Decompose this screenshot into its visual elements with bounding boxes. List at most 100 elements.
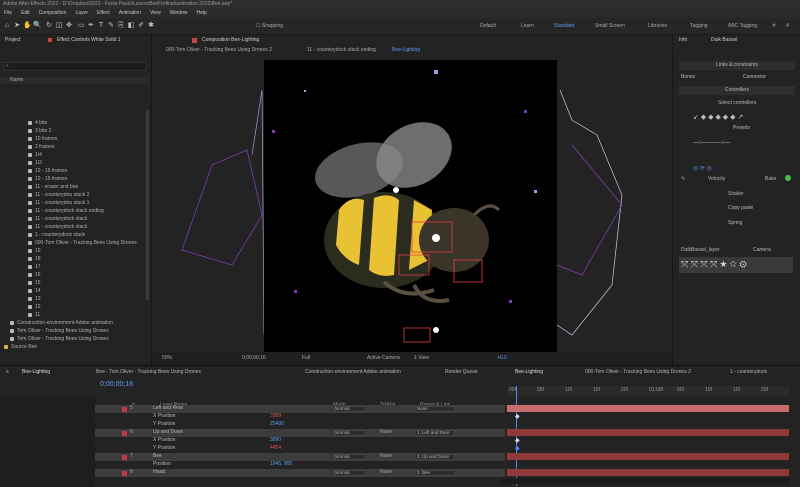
list-item[interactable]: 1/2: [0, 160, 148, 168]
property-row[interactable]: Position 1045, 905: [95, 461, 505, 469]
copy-paste-button[interactable]: Copy paste: [728, 205, 753, 211]
list-item[interactable]: 16: [0, 272, 148, 280]
dial-icon[interactable]: ◎ ⟳ ◎: [693, 165, 712, 172]
tab-timeline[interactable]: Bee - Tom Oliver - Tracking Bees Using D…: [96, 369, 276, 375]
layer-row[interactable]: 5 Left and Rear Normal None: [95, 405, 505, 413]
list-item[interactable]: 11 - counterydou stack 1: [0, 200, 148, 208]
tab-duik-layer[interactable]: DuikBassel_layer: [681, 247, 720, 253]
layer-duration-bar[interactable]: [507, 469, 789, 476]
eraser-tool-icon[interactable]: ◧: [127, 22, 135, 30]
workspace-libraries[interactable]: Libraries: [648, 23, 667, 29]
list-item[interactable]: 14: [0, 288, 148, 296]
connector-label[interactable]: Connector: [743, 74, 766, 80]
snapping-checkbox[interactable]: ☐ Snapping: [256, 23, 283, 29]
workspace-tagging[interactable]: Tagging: [690, 23, 708, 29]
list-item[interactable]: 11 - eraser and bee: [0, 184, 148, 192]
clone-stamp-tool-icon[interactable]: ⎘: [117, 22, 125, 30]
chevron-right-icon[interactable]: »: [770, 22, 778, 30]
menu-view[interactable]: View: [150, 10, 161, 17]
home-icon[interactable]: ⌂: [3, 22, 11, 30]
tab-timeline[interactable]: Bee-Lighting: [515, 369, 575, 375]
workspace-default[interactable]: Default: [480, 23, 496, 29]
puppet-tool-icon[interactable]: ✱: [147, 22, 155, 30]
layer-duration-bar[interactable]: [507, 405, 789, 412]
duik-tools-icon[interactable]: ⤧ ⤧ ⤧ ⤧ ★ ☆ ⚙: [681, 259, 747, 270]
slider-icon[interactable]: —○———○—: [693, 140, 730, 146]
list-item[interactable]: 11: [0, 312, 148, 320]
spring-button[interactable]: Spring: [728, 220, 742, 226]
tab-timeline[interactable]: 1 - counterydock: [730, 369, 795, 375]
resolution-select[interactable]: Full: [302, 355, 310, 361]
velocity-label[interactable]: Velocity: [708, 176, 725, 182]
tab-bee-lighting[interactable]: Bee-Lighting: [22, 369, 82, 375]
menu-window[interactable]: Window: [170, 10, 188, 17]
list-item[interactable]: Source Bee: [0, 344, 148, 352]
menu-animation[interactable]: Animation: [119, 10, 141, 17]
workspace-standard[interactable]: Standard: [554, 23, 574, 29]
presets-select[interactable]: Presets: [733, 125, 750, 131]
list-item[interactable]: 11 - counterydou stack 2: [0, 192, 148, 200]
rotate-tool-icon[interactable]: ↻: [45, 22, 53, 30]
time-ruler[interactable]: [507, 386, 789, 396]
tab-timeline[interactable]: Construction-environment Adobe animation: [305, 369, 435, 375]
project-column-header[interactable]: Name: [0, 77, 150, 84]
list-item[interactable]: 12: [0, 304, 148, 312]
list-item[interactable]: 10 frames: [0, 136, 148, 144]
list-item[interactable]: 17: [0, 264, 148, 272]
tab-duik-bassel[interactable]: Duik Bassel: [711, 37, 737, 43]
select-controllers-button[interactable]: Select controllers: [718, 100, 756, 106]
tab-timeline[interactable]: 000-Tom Oliver - Tracking Bees Using Dro…: [585, 369, 715, 375]
layer-row[interactable]: 7 Bee Normal None 2. Up and Down: [95, 453, 505, 461]
composition-canvas[interactable]: [264, 60, 557, 352]
menu-composition[interactable]: Composition: [39, 10, 67, 17]
tab-info[interactable]: Info: [679, 37, 687, 43]
zoom-value[interactable]: 50%: [162, 355, 172, 361]
current-time[interactable]: 0;00;00;16: [242, 355, 266, 361]
zoom-tool-icon[interactable]: 🔍: [33, 22, 42, 30]
brush-tool-icon[interactable]: ✎: [107, 22, 115, 30]
view-select[interactable]: 1 View: [414, 355, 429, 361]
controllers-button[interactable]: Controllers: [679, 86, 795, 95]
list-item[interactable]: 2 frames: [0, 144, 148, 152]
property-row[interactable]: Y Position 25490: [95, 421, 505, 429]
list-item[interactable]: Construction-environment Adobe animation: [0, 320, 148, 328]
property-row[interactable]: X Position 3890: [95, 437, 505, 445]
keyframe-icon[interactable]: ◆: [515, 445, 520, 452]
tab-render-queue[interactable]: Render Queue: [445, 369, 505, 375]
tab-effect-controls[interactable]: Effect Controls White Solid 1: [57, 37, 121, 43]
shaker-button[interactable]: Shaker: [728, 191, 744, 197]
timecode[interactable]: 0;00;00;16: [100, 381, 133, 388]
menu-file[interactable]: File: [4, 10, 12, 17]
camera-tool-icon[interactable]: ◫: [55, 22, 63, 30]
property-row[interactable]: X Position 3389: [95, 413, 505, 421]
list-item[interactable]: Tom Oliver - Tracking Bees Using Drones: [0, 336, 148, 344]
workspace-small-screen[interactable]: Small Screen: [595, 23, 625, 29]
pan-behind-tool-icon[interactable]: ✥: [65, 22, 73, 30]
list-item[interactable]: Tom Oliver - Tracking Bees Using Drones: [0, 328, 148, 336]
align-arrows-icon[interactable]: ↙ ◆ ◆ ◆ ◆ ◆ ↗: [693, 113, 743, 121]
rectangle-tool-icon[interactable]: ▭: [77, 22, 85, 30]
layer-duration-bar[interactable]: [507, 429, 789, 436]
menu-layer[interactable]: Layer: [75, 10, 88, 17]
search-icon[interactable]: ⌕: [784, 22, 792, 30]
hand-tool-icon[interactable]: ✋: [23, 22, 32, 30]
pen-tool-icon[interactable]: ✒: [87, 22, 95, 30]
timeline-zoom-slider[interactable]: [500, 478, 790, 484]
layer-duration-bar[interactable]: [507, 453, 789, 460]
menu-edit[interactable]: Edit: [21, 10, 30, 17]
roto-brush-tool-icon[interactable]: ✐: [137, 22, 145, 30]
list-item[interactable]: 11 - counterydock stack ending: [0, 208, 148, 216]
type-tool-icon[interactable]: T: [97, 22, 105, 30]
menu-help[interactable]: Help: [196, 10, 206, 17]
exposure-value[interactable]: +0.0: [497, 355, 507, 361]
property-row[interactable]: Y Position 4454: [95, 445, 505, 453]
list-item[interactable]: 13: [0, 296, 148, 304]
selection-tool-icon[interactable]: ➤: [13, 22, 21, 30]
list-item[interactable]: 3 bite 2: [0, 128, 148, 136]
list-item[interactable]: 000-Tom Oliver - Tracking Bees Using Dro…: [0, 240, 148, 248]
keyframe-icon[interactable]: ◆: [515, 413, 520, 420]
workspace-learn[interactable]: Learn: [521, 23, 534, 29]
keyframe-icon[interactable]: ◆: [515, 437, 520, 444]
layer-row[interactable]: 8 Head Normal None 3. Bee: [95, 469, 505, 477]
list-item[interactable]: 15: [0, 280, 148, 288]
